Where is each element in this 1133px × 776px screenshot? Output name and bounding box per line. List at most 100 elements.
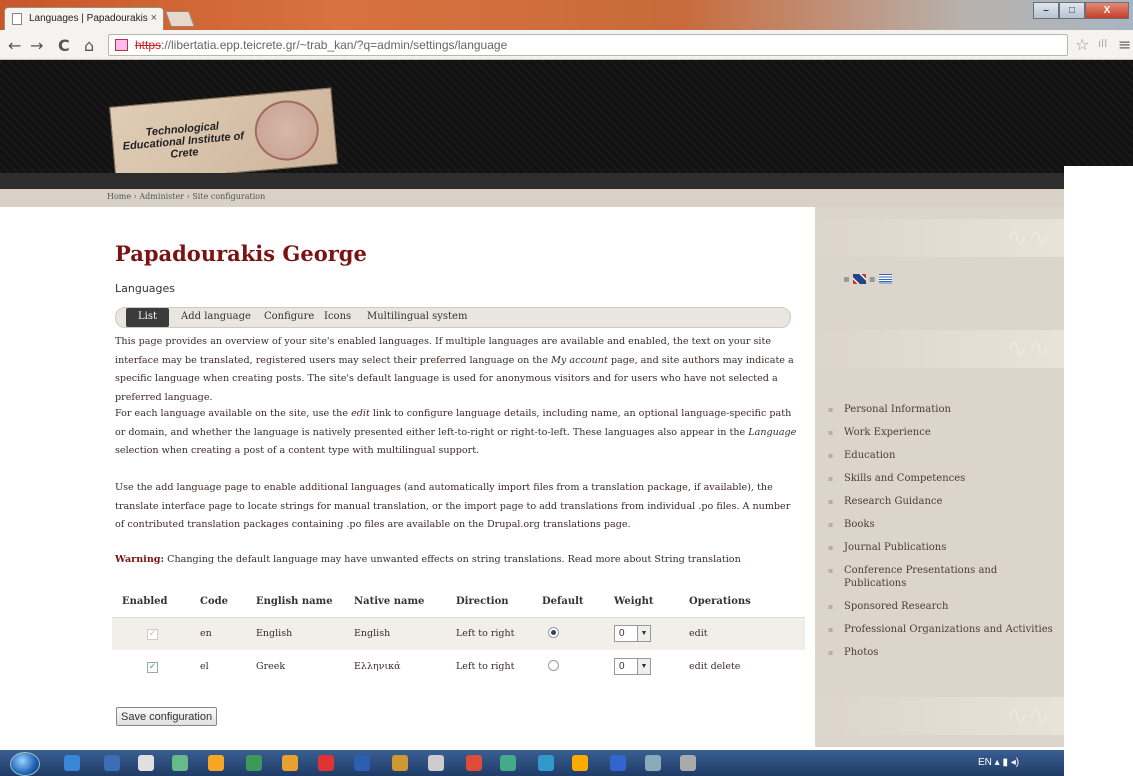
- sidebar-ornament: ∿∿: [815, 330, 1064, 368]
- taskbar-app-icon[interactable]: [645, 755, 661, 771]
- breadcrumb[interactable]: Home › Administer › Site configuration: [107, 192, 265, 201]
- new-tab-button[interactable]: [165, 11, 195, 27]
- default-radio[interactable]: [548, 626, 559, 638]
- tab-add-language[interactable]: Add language: [181, 311, 251, 322]
- col-native-name: Native name: [344, 587, 446, 618]
- col-default: Default: [532, 587, 604, 618]
- sidebar-item-education[interactable]: Education: [828, 449, 1058, 462]
- tab-configure[interactable]: Configure: [264, 311, 314, 322]
- edit-paragraph: For each language available on the site,…: [115, 408, 797, 456]
- forward-icon[interactable]: →: [30, 36, 43, 55]
- table-header-row: Enabled Code English name Native name Di…: [112, 587, 805, 618]
- weight-value: 0: [619, 628, 625, 640]
- taskbar-app-icon[interactable]: [172, 755, 188, 771]
- enabled-checkbox[interactable]: ✓: [147, 661, 158, 673]
- taskbar: [0, 750, 1064, 776]
- bookmark-star-icon[interactable]: ☆: [1075, 35, 1089, 54]
- sidebar-item-personal-information[interactable]: Personal Information: [828, 403, 1058, 416]
- intro-paragraph: This page provides an overview of your s…: [115, 336, 794, 403]
- lang-code: en: [190, 617, 246, 650]
- sidebar-item-research-guidance[interactable]: Research Guidance: [828, 495, 1058, 508]
- taskbar-app-icon[interactable]: [572, 755, 588, 771]
- sidebar-item-books[interactable]: Books: [828, 518, 1058, 531]
- default-radio[interactable]: [548, 659, 559, 671]
- edit-link-mention: edit: [351, 408, 370, 419]
- edit-delete-links[interactable]: edit delete: [679, 650, 805, 683]
- col-operations: Operations: [679, 587, 805, 618]
- chrome-icon[interactable]: [466, 755, 482, 771]
- page-edge: [1064, 166, 1133, 776]
- taskbar-app-icon[interactable]: [246, 755, 262, 771]
- my-account-link[interactable]: My account: [551, 355, 608, 366]
- sidebar-item-work-experience[interactable]: Work Experience: [828, 426, 1058, 439]
- warning-paragraph: Warning: Changing the default language m…: [115, 551, 800, 570]
- logo-text: Technological Educational Institute of C…: [122, 120, 245, 161]
- minimize-button[interactable]: –: [1033, 2, 1059, 19]
- col-enabled: Enabled: [112, 587, 190, 618]
- greek-flag-icon[interactable]: [878, 274, 892, 284]
- table-row: ✓ en English English Left to right 0 ▼ ed…: [112, 617, 805, 650]
- edit-link[interactable]: edit: [679, 617, 805, 650]
- tab-list[interactable]: List: [126, 308, 169, 327]
- taskbar-app-icon[interactable]: [538, 755, 554, 771]
- dropdown-arrow-icon: ▼: [637, 659, 650, 674]
- tab-multilingual-system[interactable]: Multilingual system: [367, 311, 467, 322]
- tab-title: Languages | Papadourakis: [29, 13, 148, 24]
- taskbar-app-icon[interactable]: [318, 755, 334, 771]
- admin-tabs: List Add language Configure Icons Multil…: [115, 307, 791, 328]
- taskbar-app-icon[interactable]: [428, 755, 444, 771]
- language-switcher: ▪ ▪: [843, 274, 895, 285]
- section-label: Languages: [115, 282, 176, 295]
- weight-select[interactable]: 0 ▼: [614, 625, 651, 643]
- home-icon[interactable]: ⌂: [84, 36, 94, 55]
- lang-native-name: English: [344, 617, 446, 650]
- sidebar-item-sponsored-research[interactable]: Sponsored Research: [828, 600, 1058, 613]
- tab-icons[interactable]: Icons: [324, 311, 351, 322]
- weight-select[interactable]: 0 ▼: [614, 658, 651, 675]
- lang-code: el: [200, 661, 209, 672]
- taskbar-app-icon[interactable]: [138, 755, 154, 771]
- back-icon[interactable]: ←: [8, 36, 21, 55]
- reload-icon[interactable]: C: [58, 36, 70, 55]
- col-direction: Direction: [446, 587, 532, 618]
- taskbar-app-icon[interactable]: [208, 755, 224, 771]
- lang-native-name: Ελληνικά: [354, 661, 401, 672]
- language-indicator[interactable]: EN: [978, 757, 992, 768]
- url-protocol: https: [135, 38, 162, 52]
- uk-flag-icon[interactable]: [852, 274, 866, 284]
- browser-toolbar: ← → C ⌂ https://libertatia.epp.teicrete.…: [0, 30, 1133, 60]
- address-bar[interactable]: https://libertatia.epp.teicrete.gr/~trab…: [108, 34, 1068, 56]
- word-icon[interactable]: [354, 755, 370, 771]
- add-language-paragraph: Use the add language page to enable addi…: [115, 482, 791, 530]
- sidebar-ornament: ∿∿: [815, 219, 1064, 257]
- sidebar-ornament: ∿∿: [815, 697, 1064, 735]
- taskbar-app-icon[interactable]: [392, 755, 408, 771]
- ie-icon[interactable]: [64, 755, 80, 771]
- sidebar-item-conference-presentations[interactable]: Conference Presentations and Publication…: [828, 564, 1058, 590]
- weight-value: 0: [619, 661, 625, 672]
- taskbar-app-icon[interactable]: [104, 755, 120, 771]
- browser-tab[interactable]: Languages | Papadourakis ×: [4, 7, 164, 30]
- enabled-checkbox: ✓: [147, 628, 158, 640]
- taskbar-app-icon[interactable]: [680, 755, 696, 771]
- sidebar-item-journal-publications[interactable]: Journal Publications: [828, 541, 1058, 554]
- logo-seal-icon: [252, 97, 322, 164]
- taskbar-app-icon[interactable]: [500, 755, 516, 771]
- window-controls: – □ X: [1033, 2, 1129, 19]
- warning-label: Warning:: [115, 554, 165, 565]
- dropdown-arrow-icon: ▼: [637, 626, 650, 642]
- save-configuration-button[interactable]: Save configuration: [116, 707, 218, 726]
- maximize-button[interactable]: □: [1059, 2, 1085, 19]
- browser-menu-icon[interactable]: ≡: [1118, 35, 1131, 54]
- col-code: Code: [190, 587, 246, 618]
- start-button[interactable]: [10, 752, 40, 776]
- sidebar-item-skills[interactable]: Skills and Competences: [828, 472, 1058, 485]
- taskbar-app-icon[interactable]: [282, 755, 298, 771]
- taskbar-app-icon[interactable]: [610, 755, 626, 771]
- tab-close-icon[interactable]: ×: [151, 12, 157, 24]
- header-bar: [0, 173, 1064, 189]
- page-icon: [12, 13, 22, 25]
- sidebar-item-photos[interactable]: Photos: [828, 646, 1058, 659]
- close-window-button[interactable]: X: [1085, 2, 1129, 19]
- sidebar-item-professional-organizations[interactable]: Professional Organizations and Activitie…: [828, 623, 1058, 636]
